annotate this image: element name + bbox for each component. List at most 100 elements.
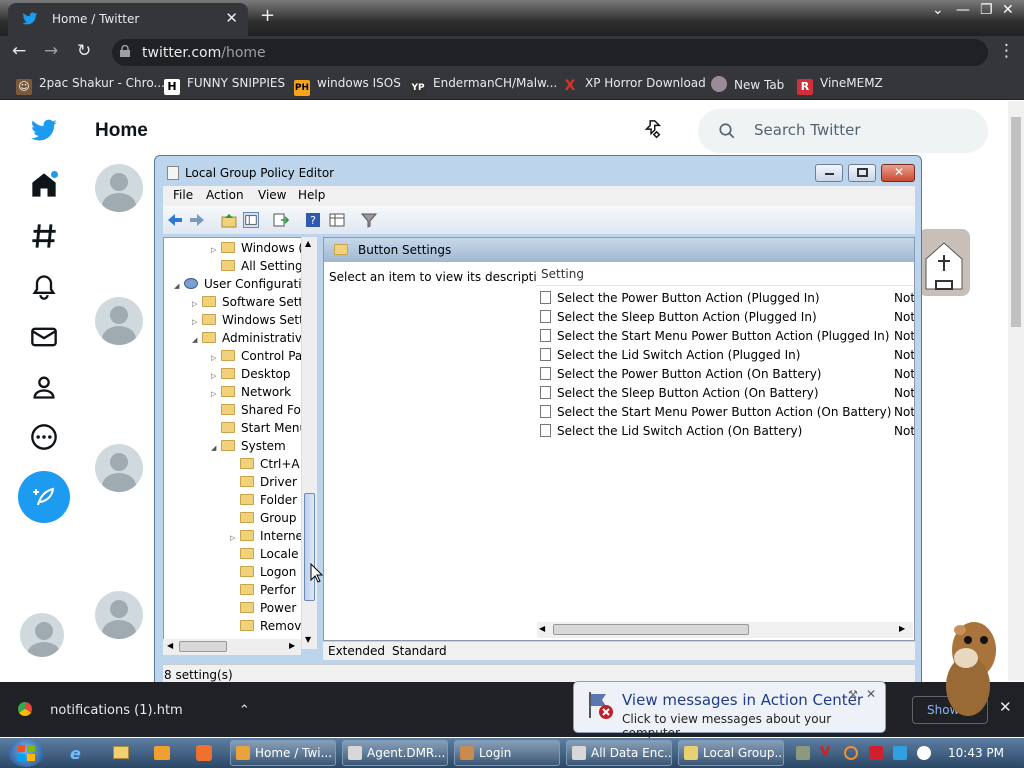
bookmark-item[interactable]: YP EndermanCH/Malw...: [410, 76, 557, 96]
bookmark-item[interactable]: New Tab: [711, 76, 784, 92]
menu-help[interactable]: Help: [298, 188, 325, 202]
tray-volume-icon[interactable]: [917, 746, 931, 760]
tray-search-icon[interactable]: [844, 746, 858, 760]
bookmark-item[interactable]: H FUNNY SNIPPIES: [164, 76, 285, 95]
tree-node[interactable]: Group: [230, 509, 297, 527]
settings-horizontal-scrollbar[interactable]: ◀ ▶: [537, 622, 913, 638]
taskbar-button[interactable]: Home / Twi...: [230, 740, 336, 766]
up-folder-icon[interactable]: [221, 212, 237, 228]
tree-node[interactable]: ▷ Network: [211, 383, 291, 401]
bookmark-item[interactable]: R VineMEMZ: [797, 76, 883, 95]
tree-node[interactable]: ◢ User Configuratio: [174, 275, 309, 293]
download-item[interactable]: notifications (1).htm ⌃: [18, 702, 250, 718]
bookmark-item[interactable]: X XP Horror Download: [562, 76, 706, 94]
back-arrow-icon[interactable]: [167, 212, 183, 228]
tab-extended[interactable]: Extended: [328, 644, 385, 658]
settings-wrench-icon[interactable]: ⚒: [848, 688, 858, 701]
tree-node[interactable]: Power: [230, 599, 296, 617]
app-icon[interactable]: [196, 745, 212, 761]
chevron-down-icon[interactable]: ⌄: [932, 2, 944, 18]
setting-row[interactable]: Select the Sleep Button Action (Plugged …: [540, 308, 817, 327]
compose-tweet-button[interactable]: [18, 471, 70, 523]
media-player-icon[interactable]: [154, 746, 170, 760]
address-bar[interactable]: twitter.com/home: [112, 39, 988, 66]
tree-node[interactable]: Logon: [230, 563, 296, 581]
setting-row[interactable]: Select the Lid Switch Action (Plugged In…: [540, 346, 800, 365]
tweet-avatar[interactable]: [95, 591, 143, 639]
scroll-down-icon[interactable]: ▼: [305, 635, 311, 644]
scroll-up-icon[interactable]: ▲: [305, 239, 311, 248]
tree-node[interactable]: Folder: [230, 491, 297, 509]
taskbar-button[interactable]: Login: [454, 740, 560, 766]
scroll-right-icon[interactable]: ▶: [289, 641, 295, 650]
tray-app-icon[interactable]: [796, 746, 810, 760]
tree-expander-icon[interactable]: ◢: [174, 277, 184, 295]
scrollbar-thumb[interactable]: [304, 493, 315, 601]
bookmark-item[interactable]: PH windows ISOS: [294, 76, 401, 96]
properties-grid-icon[interactable]: [329, 212, 345, 228]
scroll-left-icon[interactable]: ◀: [539, 624, 545, 633]
home-icon[interactable]: [30, 171, 58, 199]
taskbar-button[interactable]: Agent.DMR...: [342, 740, 448, 766]
forward-icon[interactable]: →: [44, 41, 58, 61]
notifications-bell-icon[interactable]: [30, 273, 58, 301]
explorer-folder-icon[interactable]: [113, 746, 129, 759]
close-icon[interactable]: ✕: [1002, 2, 1014, 18]
account-avatar[interactable]: [20, 613, 64, 657]
menu-kebab-icon[interactable]: ⋮: [998, 41, 1015, 61]
tweet-avatar[interactable]: [95, 164, 143, 212]
barn-image[interactable]: [918, 229, 970, 296]
tweet-avatar[interactable]: [95, 297, 143, 345]
tree-expander-icon[interactable]: ◢: [211, 439, 221, 457]
tree-node[interactable]: Perfor: [230, 581, 296, 599]
explore-hashtag-icon[interactable]: [30, 222, 58, 250]
tray-network-icon[interactable]: [893, 746, 907, 760]
scrollbar-thumb[interactable]: [179, 641, 227, 652]
help-icon[interactable]: ?: [305, 212, 321, 228]
scrollbar-thumb[interactable]: [1011, 117, 1021, 327]
column-header-setting[interactable]: Setting: [536, 262, 914, 286]
chevron-up-icon[interactable]: ⌃: [239, 703, 250, 718]
tree-node[interactable]: ◢ System: [211, 437, 286, 455]
bookmark-item[interactable]: ☺ 2pac Shakur - Chro...: [16, 76, 165, 95]
setting-row[interactable]: Select the Power Button Action (On Batte…: [540, 365, 822, 384]
tree-node[interactable]: Start Menu: [211, 419, 307, 437]
policy-tree[interactable]: ▷ Windows (All Setting ◢ User Configuratio ▷…: [163, 237, 317, 649]
tray-v-icon[interactable]: V: [820, 746, 834, 760]
taskbar-button[interactable]: All Data Enc...: [566, 740, 672, 766]
back-icon[interactable]: ←: [12, 41, 26, 61]
clock[interactable]: 10:43 PM: [948, 746, 1004, 760]
messages-envelope-icon[interactable]: [30, 323, 58, 351]
tree-node[interactable]: ▷ Control Pa: [211, 347, 302, 365]
tab-standard[interactable]: Standard: [392, 644, 447, 658]
export-list-icon[interactable]: [273, 212, 289, 228]
scroll-left-icon[interactable]: ◀: [167, 641, 173, 650]
tree-vertical-scrollbar[interactable]: ▲ ▼: [301, 237, 317, 649]
internet-explorer-icon[interactable]: e: [70, 744, 81, 763]
setting-row[interactable]: Select the Sleep Button Action (On Batte…: [540, 384, 819, 403]
setting-row[interactable]: Select the Start Menu Power Button Actio…: [540, 327, 889, 346]
tab-close-icon[interactable]: ✕: [225, 9, 238, 27]
balloon-close-icon[interactable]: ✕: [866, 687, 876, 701]
new-tab-icon[interactable]: +: [260, 5, 275, 26]
scroll-right-icon[interactable]: ▶: [899, 624, 905, 633]
tweet-avatar[interactable]: [95, 444, 143, 492]
show-hide-tree-icon[interactable]: [243, 212, 259, 228]
tree-node[interactable]: ▷ Windows Sett: [192, 311, 304, 329]
scrollbar-thumb[interactable]: [553, 624, 749, 635]
forward-arrow-icon[interactable]: [189, 212, 205, 228]
reload-icon[interactable]: ↻: [77, 41, 91, 61]
sparkle-icon[interactable]: [641, 119, 663, 141]
menu-view[interactable]: View: [258, 188, 286, 202]
action-center-balloon[interactable]: View messages in Action Center Click to …: [573, 681, 886, 740]
tree-node[interactable]: ▷ Desktop: [211, 365, 291, 383]
minimize-button[interactable]: [815, 164, 843, 182]
browser-tab[interactable]: Home / Twitter ✕: [8, 3, 248, 36]
search-input[interactable]: Search Twitter: [698, 109, 988, 153]
tree-node[interactable]: Locale: [230, 545, 298, 563]
twitter-logo-icon[interactable]: [30, 117, 58, 145]
restore-icon[interactable]: ❐: [980, 2, 993, 18]
tree-node[interactable]: ▷ Software Setti: [192, 293, 306, 311]
setting-row[interactable]: Select the Start Menu Power Button Actio…: [540, 403, 891, 422]
tray-flag-icon[interactable]: [869, 746, 883, 760]
